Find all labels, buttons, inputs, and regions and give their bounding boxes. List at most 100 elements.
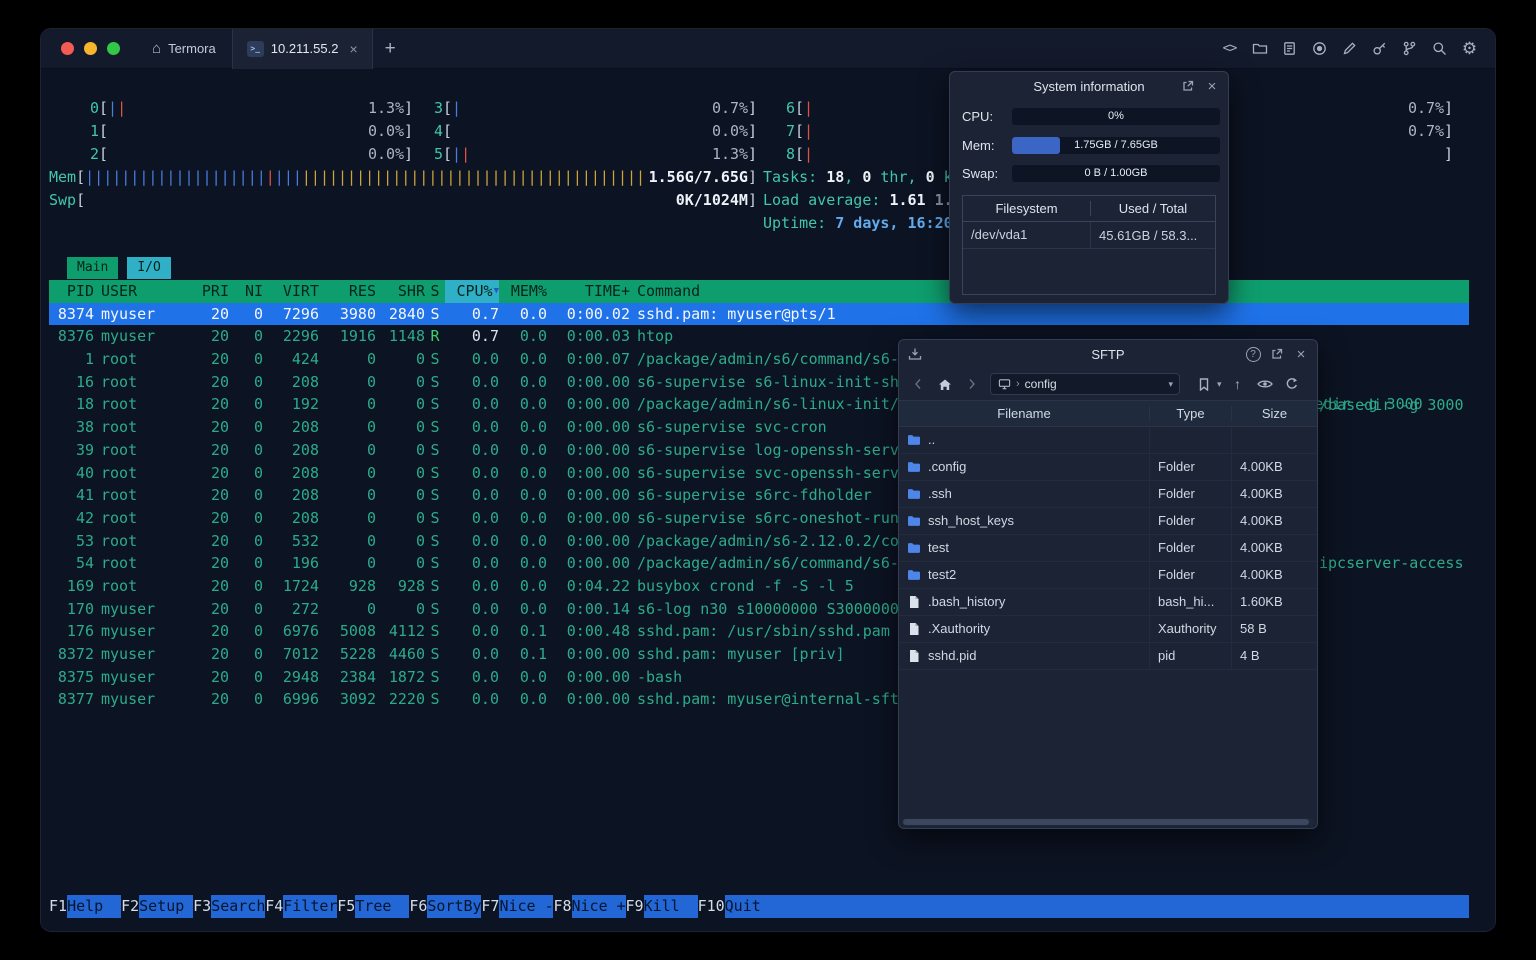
cell-shr: 0: [415, 440, 425, 459]
cpu-meter-row-1: 0[|| 1.3%] 3[| 0.7%] 6[| 0.7%]: [41, 97, 1495, 120]
fkey-f3[interactable]: F3 Search: [193, 895, 265, 918]
sftp-file-row[interactable]: .ssh Folder 4.00KB: [899, 481, 1317, 508]
cell-mem: 0.0: [519, 576, 547, 595]
terminal-icon: >_: [246, 40, 264, 57]
process-table-header[interactable]: PID USER PRI NI VIRT RES SHR S CPU% ▼ MEM…: [49, 280, 1469, 303]
column-virt[interactable]: VIRT: [263, 280, 319, 303]
fkey-f4[interactable]: F4 Filter: [265, 895, 337, 918]
horizontal-scrollbar[interactable]: [901, 818, 1315, 826]
system-information-title: System information: [1033, 78, 1145, 94]
edit-icon[interactable]: [1338, 37, 1361, 60]
column-cpu-sorted[interactable]: CPU% ▼: [445, 280, 499, 303]
cell-pid: 41: [75, 486, 94, 505]
cell-state: S: [430, 622, 440, 641]
column-shr[interactable]: SHR: [376, 280, 425, 303]
search-icon[interactable]: [1428, 37, 1451, 60]
cell-filename: .ssh: [899, 481, 1150, 507]
column-mem[interactable]: MEM%: [499, 280, 547, 303]
column-ni[interactable]: NI: [229, 280, 263, 303]
close-panel-icon[interactable]: ×: [1289, 340, 1313, 368]
sftp-file-row[interactable]: .config Folder 4.00KB: [899, 454, 1317, 481]
fkey-f5[interactable]: F5 Tree: [337, 895, 409, 918]
column-time[interactable]: TIME+: [547, 280, 630, 303]
parent-directory-icon[interactable]: ↑: [1227, 373, 1249, 395]
show-hidden-icon[interactable]: [1254, 373, 1276, 395]
fkey-f10[interactable]: F10 Quit: [697, 895, 779, 918]
zoom-window-button[interactable]: [107, 42, 120, 55]
key-icon[interactable]: [1368, 37, 1391, 60]
fkey-f1[interactable]: F1 Help: [49, 895, 121, 918]
column-type[interactable]: Type: [1150, 406, 1232, 421]
column-user[interactable]: USER: [101, 280, 177, 303]
path-dropdown-icon[interactable]: ▾: [1168, 379, 1173, 390]
cell-time: 0:00.00: [566, 531, 630, 550]
cell-time: 0:00.00: [566, 645, 630, 663]
cell-pid: 42: [75, 508, 94, 527]
cell-time: 0:00.07: [566, 350, 630, 369]
close-panel-icon[interactable]: ×: [1200, 72, 1224, 100]
column-pri[interactable]: PRI: [177, 280, 229, 303]
cell-ni: 0: [253, 667, 263, 686]
branch-icon[interactable]: [1398, 37, 1421, 60]
sftp-file-row[interactable]: ssh_host_keys Folder 4.00KB: [899, 508, 1317, 535]
htop-tab-main[interactable]: Main: [67, 257, 119, 279]
scrollbar-thumb[interactable]: [903, 819, 1309, 825]
cell-ni: 0: [253, 690, 263, 709]
new-tab-button[interactable]: +: [373, 29, 408, 69]
filename-text: .bash_history: [928, 594, 1006, 609]
code-icon[interactable]: <>: [1218, 37, 1241, 60]
back-icon[interactable]: [907, 373, 929, 395]
open-in-window-icon[interactable]: [1265, 340, 1289, 368]
tab-termora[interactable]: ⌂ Termora: [136, 29, 232, 69]
sftp-file-row[interactable]: ..: [899, 427, 1317, 454]
help-icon[interactable]: ?: [1241, 340, 1265, 368]
column-pid[interactable]: PID: [49, 280, 94, 303]
cell-mem: 0.1: [519, 645, 547, 663]
forward-icon[interactable]: [961, 373, 983, 395]
cell-mem: 0.0: [519, 395, 547, 414]
path-breadcrumb[interactable]: › config ▾: [990, 373, 1180, 395]
fkey-f9[interactable]: F9 Kill: [625, 895, 698, 918]
fkey-label: Kill: [643, 897, 680, 915]
minimize-window-button[interactable]: [84, 42, 97, 55]
sftp-file-row[interactable]: test Folder 4.00KB: [899, 535, 1317, 562]
fkey-f2[interactable]: F2 Setup: [121, 895, 193, 918]
sftp-table-header[interactable]: Filename Type Size: [899, 400, 1317, 427]
log-icon[interactable]: [1278, 37, 1301, 60]
close-tab-icon[interactable]: ×: [349, 41, 357, 57]
bookmark-control[interactable]: ▾: [1193, 373, 1222, 395]
sftp-file-row[interactable]: test2 Folder 4.00KB: [899, 562, 1317, 589]
settings-icon[interactable]: ⚙: [1458, 37, 1481, 60]
transfers-icon[interactable]: [903, 340, 927, 368]
sftp-file-row[interactable]: .Xauthority Xauthority 58 B: [899, 616, 1317, 643]
fkey-f8[interactable]: F8 Nice +: [553, 895, 626, 918]
process-row-selected[interactable]: 8374 myuser 20 0 7296 3980 2840 S 0.7 0.0 0:00.02 s…: [49, 302, 1469, 326]
cell-res: 0: [366, 395, 376, 414]
close-window-button[interactable]: [61, 42, 74, 55]
htop-tab-io[interactable]: I/O: [127, 257, 171, 279]
cell-ni: 0: [253, 372, 263, 391]
column-state[interactable]: S: [425, 280, 445, 303]
folder-icon[interactable]: [1248, 37, 1271, 60]
fkey-f7[interactable]: F7 Nice -: [481, 895, 553, 918]
home-icon[interactable]: [934, 373, 956, 395]
column-filename[interactable]: Filename: [899, 406, 1150, 421]
cell-mem: 0.0: [519, 667, 547, 686]
uptime: Uptime: 7 days, 16:20:44: [763, 214, 980, 232]
bookmark-dropdown-icon[interactable]: ▾: [1217, 379, 1222, 390]
bookmark-icon[interactable]: [1193, 373, 1215, 395]
refresh-icon[interactable]: [1281, 373, 1303, 395]
sftp-file-row[interactable]: .bash_history bash_hi... 1.60KB: [899, 589, 1317, 616]
sftp-file-row[interactable]: sshd.pid pid 4 B: [899, 643, 1317, 670]
cell-mem: 0.0: [519, 599, 547, 618]
tab-session[interactable]: >_ 10.211.55.2 ×: [231, 29, 373, 69]
open-in-window-icon[interactable]: [1176, 72, 1200, 100]
cell-type: Folder: [1150, 481, 1232, 507]
record-icon[interactable]: [1308, 37, 1331, 60]
column-size[interactable]: Size: [1232, 406, 1317, 421]
fkey-f6[interactable]: F6 SortBy: [409, 895, 481, 918]
cell-type: Folder: [1150, 562, 1232, 588]
column-res[interactable]: RES: [319, 280, 376, 303]
filesystem-row[interactable]: /dev/vda1 45.61GB / 58.3...: [963, 222, 1215, 249]
system-information-title-bar: System information ×: [950, 72, 1228, 100]
